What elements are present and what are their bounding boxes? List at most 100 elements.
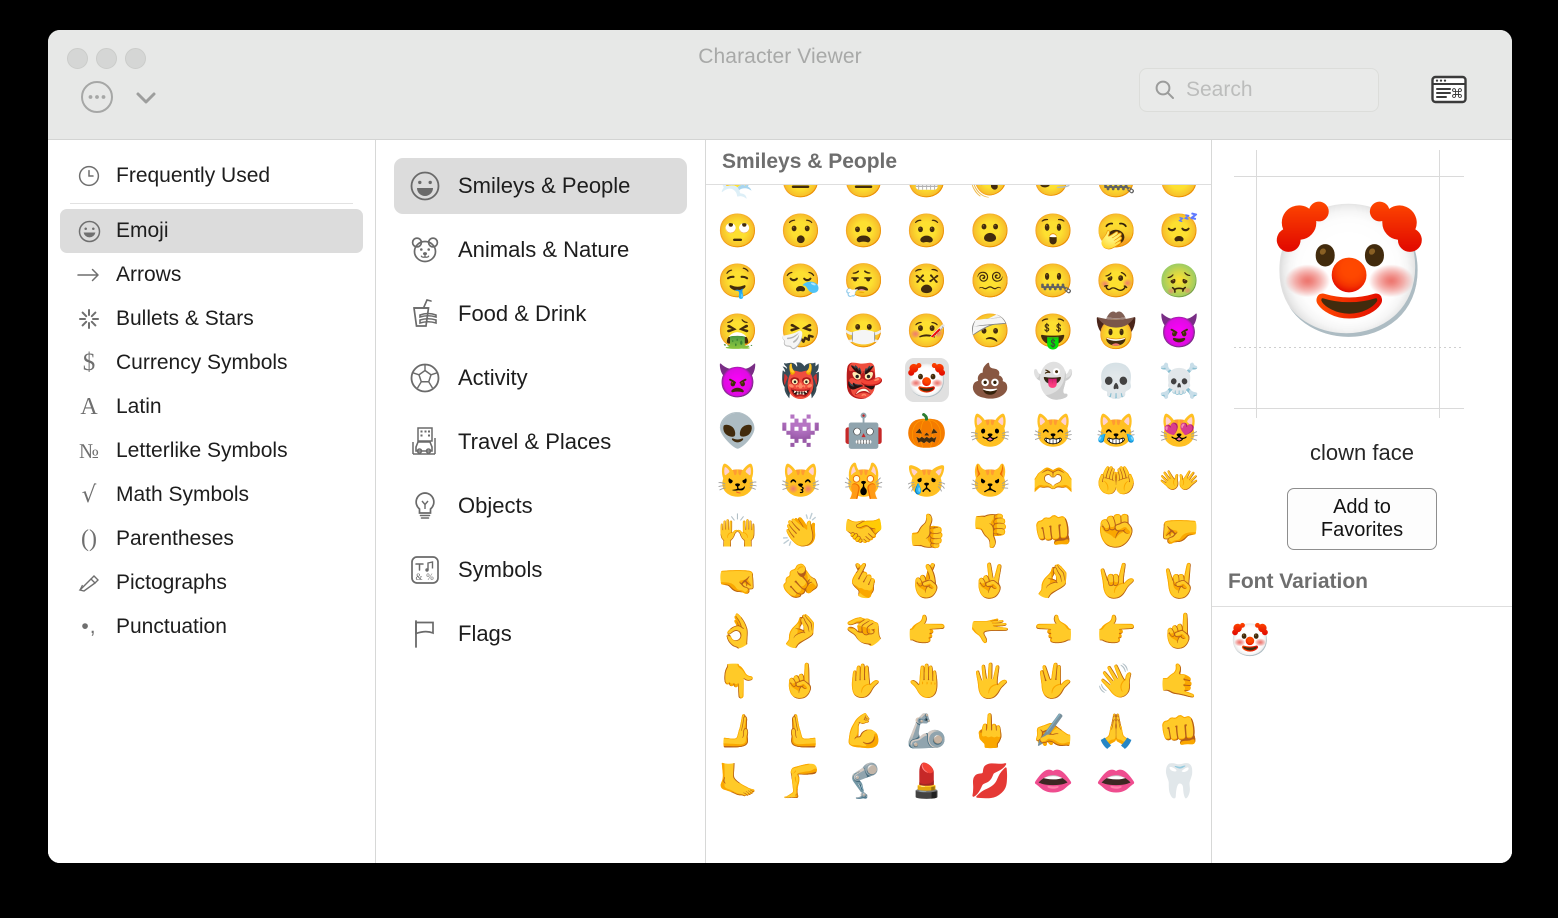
- category-item-smileys-people[interactable]: Smileys & People: [394, 158, 687, 214]
- emoji-cell[interactable]: 😑: [832, 185, 895, 205]
- emoji-cell[interactable]: 🤙: [1148, 655, 1211, 705]
- emoji-cell[interactable]: 💀: [1085, 355, 1148, 405]
- emoji-cell[interactable]: 🤧: [769, 305, 832, 355]
- emoji-cell[interactable]: 👄: [1085, 755, 1148, 805]
- add-to-favorites-button[interactable]: Add to Favorites: [1287, 488, 1437, 550]
- emoji-cell[interactable]: 💪: [832, 705, 895, 755]
- emoji-cell[interactable]: 🤌: [1022, 555, 1085, 605]
- emoji-cell[interactable]: 🤢: [1148, 255, 1211, 305]
- emoji-cell[interactable]: 😹: [1085, 405, 1148, 455]
- emoji-cell[interactable]: 🤚: [895, 655, 958, 705]
- emoji-cell[interactable]: 🥴: [1085, 255, 1148, 305]
- emoji-cell[interactable]: 😮‍💨: [832, 255, 895, 305]
- emoji-cell[interactable]: 😪: [769, 255, 832, 305]
- emoji-cell[interactable]: 🫳: [959, 605, 1022, 655]
- emoji-cell[interactable]: 😼: [706, 455, 769, 505]
- sidebar-item-math-symbols[interactable]: √ Math Symbols: [60, 473, 363, 517]
- emoji-cell[interactable]: 😮: [959, 205, 1022, 255]
- emoji-cell[interactable]: 😬: [895, 185, 958, 205]
- emoji-cell[interactable]: 💋: [959, 755, 1022, 805]
- emoji-cell[interactable]: 🤑: [1022, 305, 1085, 355]
- emoji-cell[interactable]: 👊: [1148, 705, 1211, 755]
- emoji-cell[interactable]: 👺: [832, 355, 895, 405]
- emoji-cell[interactable]: 👐: [1148, 455, 1211, 505]
- emoji-cell[interactable]: 🤠: [1085, 305, 1148, 355]
- emoji-cell[interactable]: 😽: [769, 455, 832, 505]
- sidebar-item-parentheses[interactable]: () Parentheses: [60, 517, 363, 561]
- emoji-cell[interactable]: 🥱: [1085, 205, 1148, 255]
- emoji-cell[interactable]: 👻: [1022, 355, 1085, 405]
- emoji-cell[interactable]: 🦵: [769, 755, 832, 805]
- emoji-cell[interactable]: 🤝: [832, 505, 895, 555]
- emoji-cell[interactable]: 🦶: [706, 755, 769, 805]
- sidebar-item-arrows[interactable]: Arrows: [60, 253, 363, 297]
- emoji-cell[interactable]: 🙏: [1085, 705, 1148, 755]
- category-item-animals-nature[interactable]: Animals & Nature: [394, 222, 687, 278]
- emoji-cell[interactable]: 😺: [959, 405, 1022, 455]
- emoji-cell[interactable]: ✊: [1085, 505, 1148, 555]
- emoji-cell[interactable]: 🫸: [706, 705, 769, 755]
- emoji-cell[interactable]: 🖐️: [959, 655, 1022, 705]
- emoji-cell[interactable]: 👿: [706, 355, 769, 405]
- sidebar-item-bullets-stars[interactable]: Bullets & Stars: [60, 297, 363, 341]
- emoji-cell[interactable]: 👉: [1085, 605, 1148, 655]
- sidebar-item-pictographs[interactable]: Pictographs: [60, 561, 363, 605]
- emoji-cell[interactable]: 🤌: [769, 605, 832, 655]
- emoji-cell[interactable]: 🤡: [895, 355, 958, 405]
- category-item-travel-places[interactable]: Travel & Places: [394, 414, 687, 470]
- emoji-cell[interactable]: 😴: [1148, 205, 1211, 255]
- font-variation-item[interactable]: 🤡: [1228, 618, 1272, 662]
- emoji-cell[interactable]: 😶: [1148, 185, 1211, 205]
- emoji-cell[interactable]: 🤮: [706, 305, 769, 355]
- sidebar-item-currency-symbols[interactable]: $ Currency Symbols: [60, 341, 363, 385]
- emoji-cell[interactable]: ✌️: [959, 555, 1022, 605]
- emoji-cell[interactable]: 🤕: [959, 305, 1022, 355]
- category-item-objects[interactable]: Objects: [394, 478, 687, 534]
- emoji-cell[interactable]: 🤲: [1085, 455, 1148, 505]
- emoji-cell[interactable]: 🫨: [959, 185, 1022, 205]
- emoji-cell[interactable]: 🦷: [1148, 755, 1211, 805]
- emoji-cell[interactable]: 🤞: [895, 555, 958, 605]
- emoji-cell[interactable]: 👌: [706, 605, 769, 655]
- search-field[interactable]: [1139, 68, 1379, 112]
- emoji-cell[interactable]: 🖕: [959, 705, 1022, 755]
- emoji-cell[interactable]: 🦾: [895, 705, 958, 755]
- emoji-cell[interactable]: 😧: [895, 205, 958, 255]
- emoji-cell[interactable]: ✍️: [1022, 705, 1085, 755]
- category-item-food-drink[interactable]: Food & Drink: [394, 286, 687, 342]
- category-item-symbols[interactable]: & % Symbols: [394, 542, 687, 598]
- emoji-cell[interactable]: 😾: [959, 455, 1022, 505]
- emoji-cell[interactable]: 👏: [769, 505, 832, 555]
- emoji-cell[interactable]: 🤘: [1148, 555, 1211, 605]
- emoji-cell[interactable]: 😵‍💫: [959, 255, 1022, 305]
- emoji-cell[interactable]: 🤐: [1022, 255, 1085, 305]
- emoji-cell[interactable]: 💄: [895, 755, 958, 805]
- emoji-cell[interactable]: 👽: [706, 405, 769, 455]
- category-item-activity[interactable]: Activity: [394, 350, 687, 406]
- emoji-cell[interactable]: 😈: [1148, 305, 1211, 355]
- emoji-cell[interactable]: 🤛: [1148, 505, 1211, 555]
- emoji-cell[interactable]: 🖖: [1022, 655, 1085, 705]
- emoji-cell[interactable]: ✋: [832, 655, 895, 705]
- emoji-cell[interactable]: 👹: [769, 355, 832, 405]
- emoji-cell[interactable]: 🤏: [832, 605, 895, 655]
- emoji-cell[interactable]: 👈: [1022, 605, 1085, 655]
- emoji-cell[interactable]: 🫶: [1022, 455, 1085, 505]
- emoji-cell[interactable]: ☝️: [769, 655, 832, 705]
- emoji-grid-scroll[interactable]: 😶‍🌫️😐😑😬🫨🙂‍↔️🤐😶🙄😯😦😧😮😲🥱😴🤤😪😮‍💨😵😵‍💫🤐🥴🤢🤮🤧😷🤒🤕🤑…: [706, 185, 1211, 863]
- emoji-cell[interactable]: 👋: [1085, 655, 1148, 705]
- chevron-down-icon[interactable]: [130, 82, 162, 114]
- category-item-flags[interactable]: Flags: [394, 606, 687, 662]
- emoji-cell[interactable]: 🤖: [832, 405, 895, 455]
- emoji-cell[interactable]: 👇: [706, 655, 769, 705]
- emoji-cell[interactable]: 😸: [1022, 405, 1085, 455]
- sidebar-item-frequently-used[interactable]: Frequently Used: [60, 154, 363, 198]
- emoji-cell[interactable]: 👍: [895, 505, 958, 555]
- emoji-cell[interactable]: 🎃: [895, 405, 958, 455]
- emoji-cell[interactable]: 😿: [895, 455, 958, 505]
- keyboard-viewer-icon[interactable]: ⌘: [1431, 75, 1467, 105]
- search-input[interactable]: [1186, 78, 1366, 102]
- sidebar-item-punctuation[interactable]: •, Punctuation: [60, 605, 363, 649]
- emoji-cell[interactable]: 😐: [769, 185, 832, 205]
- emoji-cell[interactable]: 🤤: [706, 255, 769, 305]
